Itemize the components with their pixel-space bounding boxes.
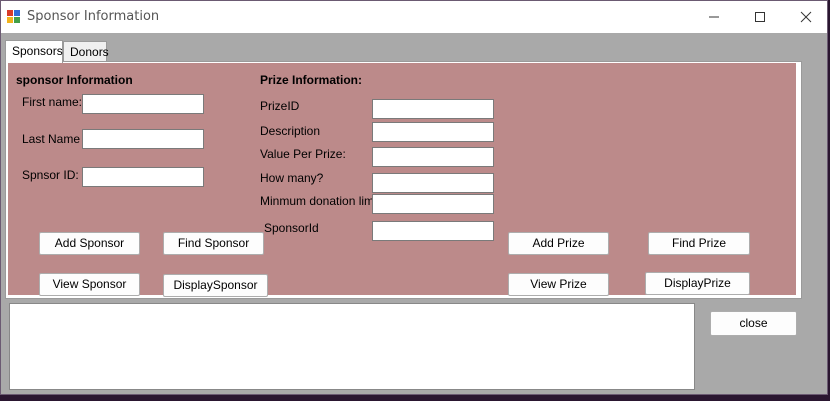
app-form-icon — [7, 10, 21, 24]
title-bar[interactable]: Sponsor Information — [1, 1, 827, 33]
prize-id-label: PrizeID — [260, 99, 300, 113]
sponsors-panel: sponsor Information First name: Last Nam… — [8, 63, 796, 297]
tab-sponsors-label: Sponsors — [12, 44, 63, 58]
main-window: Sponsor Information Sponsors Donors spon… — [0, 0, 828, 395]
close-window-button[interactable] — [783, 1, 829, 33]
minimize-icon — [709, 16, 719, 18]
close-icon — [800, 11, 812, 23]
maximize-button[interactable] — [737, 1, 783, 33]
how-many-label: How many? — [260, 171, 324, 185]
value-per-prize-label: Value Per Prize: — [260, 147, 346, 161]
min-donation-label: Minmum donation limit — [260, 194, 381, 208]
prize-info-header: Prize Information: — [260, 73, 363, 87]
description-label: Description — [260, 124, 321, 138]
prize-id-input[interactable] — [372, 99, 494, 119]
tab-donors-label: Donors — [70, 45, 109, 59]
sponsor-id-input[interactable] — [82, 167, 204, 187]
find-sponsor-button[interactable]: Find Sponsor — [163, 232, 264, 255]
last-name-label: Last Name — [22, 132, 81, 146]
tab-donors[interactable]: Donors — [63, 41, 109, 61]
find-prize-button[interactable]: Find Prize — [648, 232, 750, 255]
output-textbox[interactable] — [9, 303, 695, 390]
tab-sponsors[interactable]: Sponsors — [5, 40, 63, 63]
add-sponsor-button[interactable]: Add Sponsor — [39, 232, 140, 255]
window-title: Sponsor Information — [27, 9, 160, 24]
first-name-input[interactable] — [82, 94, 204, 114]
how-many-input[interactable] — [372, 173, 494, 193]
prize-sponsor-id-input[interactable] — [372, 221, 494, 241]
sponsor-id-label: Spnsor ID: — [22, 168, 79, 182]
view-prize-button[interactable]: View Prize — [508, 273, 609, 296]
display-sponsor-button[interactable]: DisplaySponsor — [163, 274, 268, 297]
sponsor-info-header: sponsor Information — [16, 73, 133, 87]
display-prize-button[interactable]: DisplayPrize — [645, 272, 750, 295]
close-button[interactable]: close — [710, 311, 797, 336]
first-name-label: First name: — [22, 95, 83, 109]
value-per-prize-input[interactable] — [372, 147, 494, 167]
view-sponsor-button[interactable]: View Sponsor — [39, 273, 140, 296]
min-donation-input[interactable] — [372, 194, 494, 214]
minimize-button[interactable] — [691, 1, 737, 33]
maximize-icon — [755, 12, 765, 22]
add-prize-button[interactable]: Add Prize — [508, 232, 609, 255]
description-input[interactable] — [372, 122, 494, 142]
prize-sponsor-id-label: SponsorId — [264, 221, 319, 235]
last-name-input[interactable] — [82, 129, 204, 149]
